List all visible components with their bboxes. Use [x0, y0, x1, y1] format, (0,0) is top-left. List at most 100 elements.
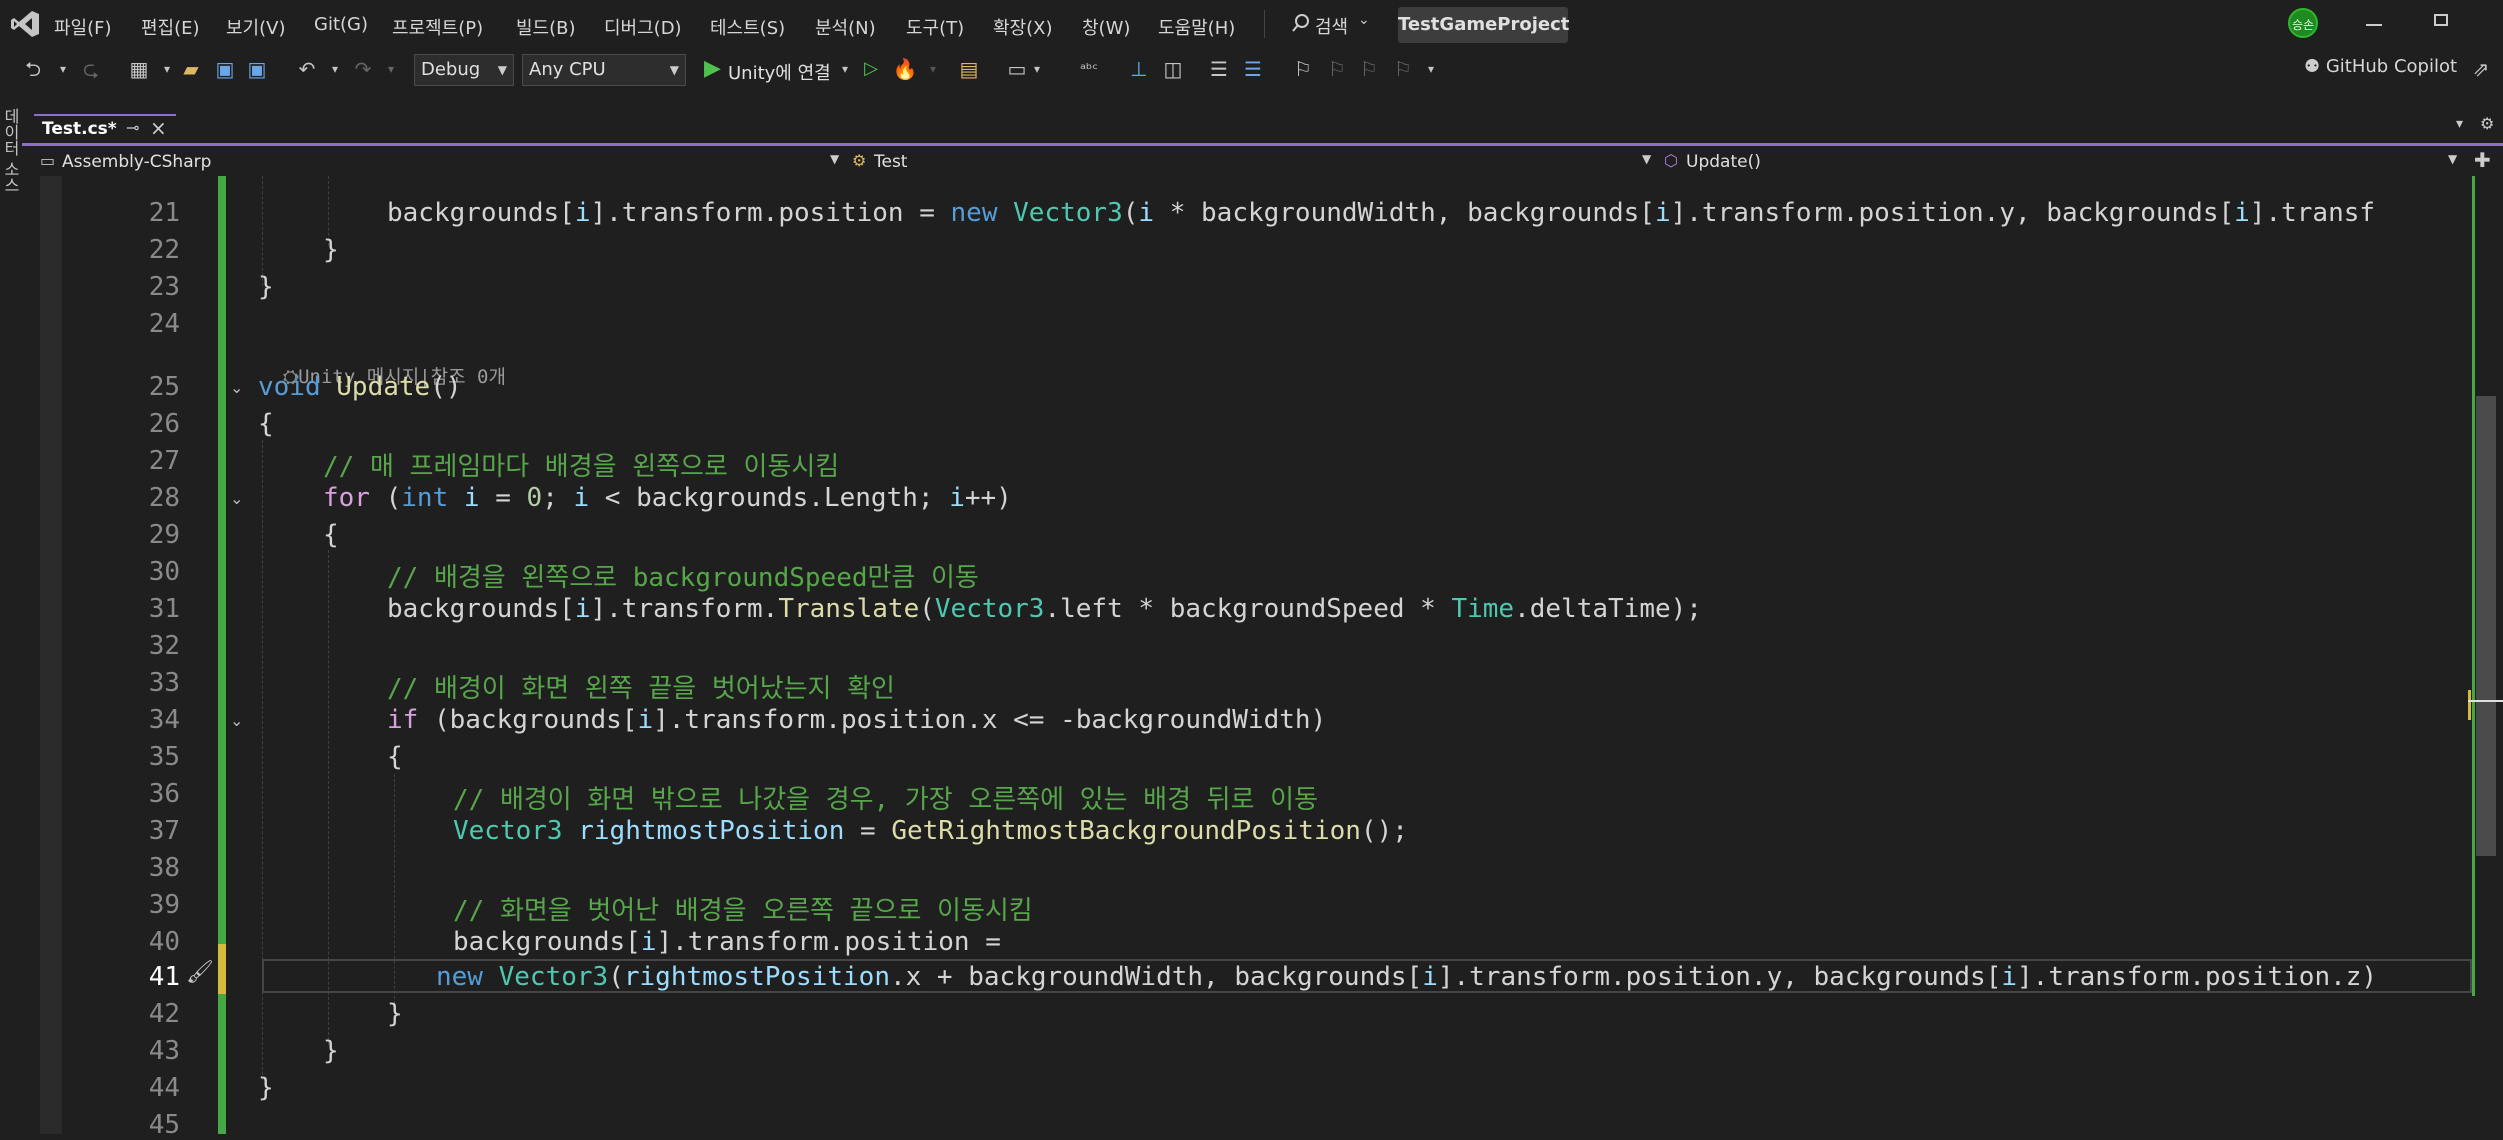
forward-icon[interactable]: ⮎ — [78, 56, 104, 82]
pin-icon[interactable]: ⊸ — [126, 118, 139, 137]
code-line-35: { — [387, 742, 403, 772]
close-icon[interactable]: × — [150, 116, 167, 140]
line-number: 21 — [148, 198, 180, 228]
attach-unity-button[interactable]: ▶ Unity에 연결 — [700, 54, 850, 86]
method-icon: ⬡ — [1664, 151, 1678, 170]
solution-config-select[interactable]: Debug ▼ — [414, 54, 514, 86]
gear-icon[interactable]: ⚙ — [2480, 114, 2494, 133]
save-icon[interactable]: ▣ — [212, 56, 238, 82]
copilot-label: GitHub Copilot — [2325, 56, 2458, 77]
line-number: 24 — [148, 309, 180, 339]
comment-lines-icon[interactable]: ☰ — [1240, 56, 1266, 82]
visual-studio-logo-icon[interactable] — [10, 9, 40, 39]
project-dropdown[interactable]: ▭ Assembly-CSharp ▼ — [40, 150, 840, 176]
code-line-41: new Vector3(rightmostPosition.x + backgr… — [436, 962, 2378, 992]
solution-explorer-icon[interactable]: ▤ — [956, 56, 982, 82]
new-project-icon[interactable]: ▦ — [126, 56, 152, 82]
scrollbar-change-marker — [2468, 690, 2471, 720]
code-line-23: } — [258, 272, 274, 302]
menu-project[interactable]: 프로젝트(P) — [392, 14, 483, 40]
code-line-26: { — [258, 409, 274, 439]
indent-guide — [262, 176, 263, 286]
menu-view[interactable]: 보기(V) — [226, 14, 285, 40]
quick-actions-brush-icon[interactable]: 🖌 — [186, 960, 214, 985]
code-line-39: // 화면을 벗어난 배경을 오른쪽 끝으로 이동시킴 — [453, 896, 1033, 926]
redo-icon[interactable]: ↷ — [350, 56, 376, 82]
minimize-icon[interactable] — [2366, 24, 2382, 26]
hot-reload-icon[interactable]: 🔥 — [892, 56, 918, 82]
menu-help[interactable]: 도움말(H) — [1158, 14, 1235, 40]
code-line-25: void Update() — [258, 372, 462, 402]
chevron-down-icon: ▼ — [2448, 152, 2458, 166]
chevron-down-icon[interactable]: ▾ — [50, 56, 76, 82]
menu-tools[interactable]: 도구(T) — [906, 14, 964, 40]
fold-toggle-icon[interactable]: ⌄ — [230, 378, 243, 397]
fold-toggle-icon[interactable]: ⌄ — [230, 489, 243, 508]
tab-test-cs[interactable]: Test.cs* ⊸ × — [34, 114, 176, 143]
line-number: 27 — [148, 446, 180, 476]
github-copilot-button[interactable]: ⚉ GitHub Copilot — [2304, 56, 2457, 84]
line-number: 29 — [148, 520, 180, 550]
platform-select[interactable]: Any CPU ▼ — [522, 54, 686, 86]
avatar[interactable]: 승손 — [2288, 8, 2318, 38]
open-folder-icon[interactable]: ▰ — [178, 56, 204, 82]
chevron-down-icon[interactable]: ▾ — [154, 56, 180, 82]
save-all-icon[interactable]: ▣ — [244, 56, 270, 82]
line-number: 42 — [148, 999, 180, 1029]
scrollbar-caret-marker — [2468, 700, 2503, 702]
code-line-21: backgrounds[i].transform.position = new … — [387, 198, 2376, 228]
code-line-30: // 배경을 왼쪽으로 backgroundSpeed만큼 이동 — [387, 563, 979, 593]
menu-edit[interactable]: 편집(E) — [141, 14, 200, 40]
outdent-icon[interactable]: ☰ — [1206, 56, 1232, 82]
clear-bookmarks-icon[interactable]: ⚐ — [1390, 56, 1416, 82]
chevron-down-icon: ▼ — [669, 63, 679, 77]
menu-file[interactable]: 파일(F) — [54, 14, 112, 40]
data-sources-tab[interactable]: 데이터 소스 — [1, 108, 22, 193]
member-dropdown[interactable]: ⬡ Update() ▼ — [1664, 150, 2464, 176]
share-icon[interactable]: ⇗ — [2468, 56, 2494, 82]
code-line-36: // 배경이 화면 밖으로 나갔을 경우, 가장 오른쪽에 있는 배경 뒤로 이… — [453, 785, 1318, 815]
fold-toggle-icon[interactable]: ⌄ — [230, 711, 243, 730]
chevron-down-icon[interactable]: ▾ — [378, 56, 404, 82]
previous-bookmark-icon[interactable]: ⚐ — [1324, 56, 1350, 82]
toggle-panel-icon[interactable]: ◫ — [1160, 56, 1186, 82]
line-number-current: 41 — [148, 962, 180, 992]
menu-window[interactable]: 창(W) — [1082, 14, 1130, 40]
chevron-down-icon: ▼ — [1642, 152, 1652, 166]
restore-icon[interactable] — [2434, 14, 2448, 26]
chevron-down-icon[interactable]: ▾ — [832, 56, 858, 82]
menu-test[interactable]: 테스트(S) — [710, 14, 785, 40]
search-button[interactable]: 검색 ⌄ — [1283, 8, 1373, 40]
step-into-icon[interactable]: ⊥ — [1126, 56, 1152, 82]
menu-analyze[interactable]: 분석(N) — [815, 14, 876, 40]
menu-build[interactable]: 빌드(B) — [516, 14, 576, 40]
class-dropdown-label: Test — [874, 152, 908, 172]
back-icon[interactable]: ⮌ — [20, 56, 46, 82]
menu-extensions[interactable]: 확장(X) — [993, 14, 1053, 40]
chevron-down-icon[interactable]: ▾ — [322, 56, 348, 82]
menu-debug[interactable]: 디버그(D) — [604, 14, 682, 40]
split-window-icon[interactable]: ✚ — [2474, 148, 2491, 172]
scrollbar-change-map — [2472, 176, 2475, 996]
chevron-down-icon: ⌄ — [1358, 12, 1370, 28]
indicator-margin[interactable] — [40, 176, 62, 1134]
spell-check-icon[interactable]: ᵃᵇᶜ — [1076, 56, 1102, 82]
search-label: 검색 — [1315, 17, 1349, 38]
solution-config-value: Debug — [421, 59, 481, 80]
chevron-down-icon[interactable]: ▾ — [920, 56, 946, 82]
line-number: 23 — [148, 272, 180, 302]
class-dropdown[interactable]: ⚙ Test ▼ — [852, 150, 1662, 176]
code-line-37: Vector3 rightmostPosition = GetRightmost… — [453, 816, 1408, 846]
scrollbar-thumb[interactable] — [2476, 396, 2496, 856]
undo-icon[interactable]: ↶ — [294, 56, 320, 82]
menu-git[interactable]: Git(G) — [314, 14, 368, 35]
bookmark-icon[interactable]: ⚐ — [1290, 56, 1316, 82]
chevron-down-icon[interactable]: ▾ — [1024, 56, 1050, 82]
code-line-40: backgrounds[i].transform.position = — [453, 927, 1001, 957]
toolbar-overflow-icon[interactable]: ▾ — [1418, 56, 1444, 82]
tab-list-dropdown-icon[interactable]: ▾ — [2456, 116, 2463, 132]
line-number: 43 — [148, 1036, 180, 1066]
next-bookmark-icon[interactable]: ⚐ — [1356, 56, 1382, 82]
start-without-debugging-icon[interactable]: ▷ — [858, 56, 884, 82]
project-name-badge: TestGameProject — [1398, 7, 1569, 43]
